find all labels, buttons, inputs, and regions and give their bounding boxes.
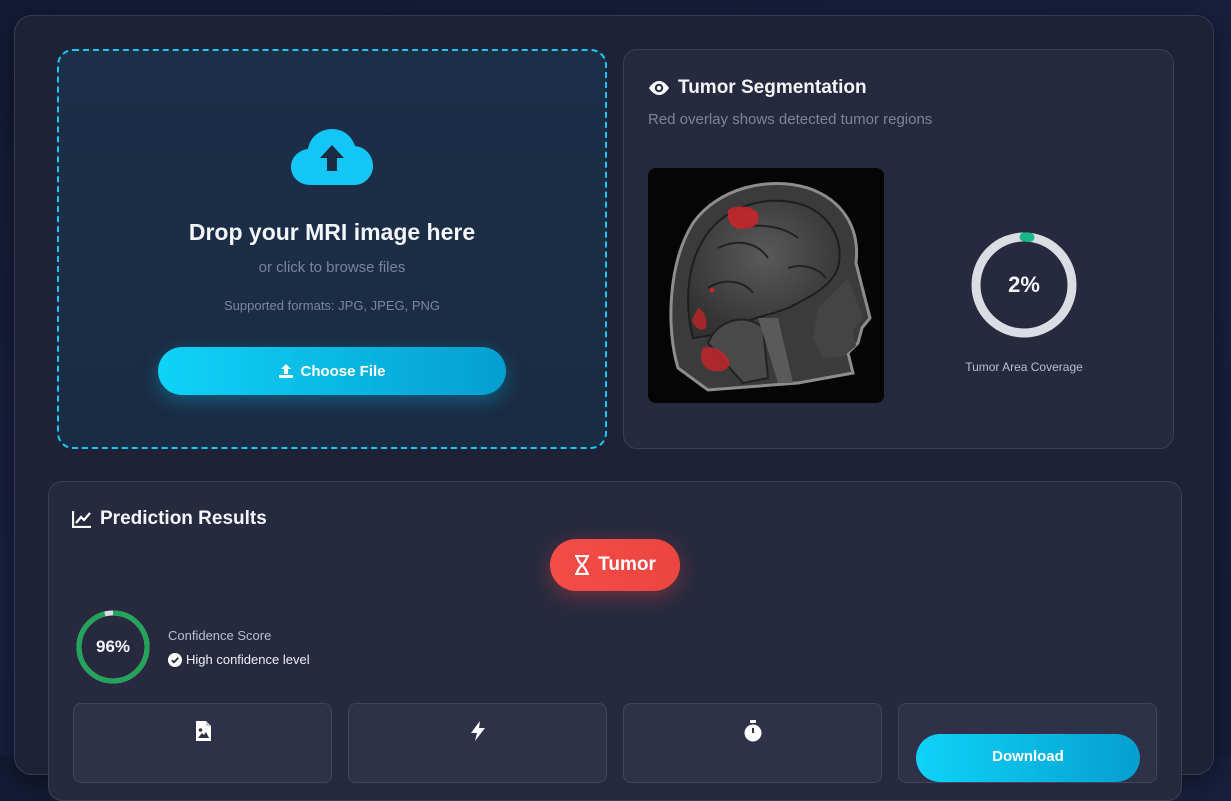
dna-icon bbox=[575, 555, 590, 575]
eye-icon bbox=[649, 81, 669, 95]
cloud-upload-icon bbox=[291, 129, 373, 185]
segmentation-subtitle: Red overlay shows detected tumor regions bbox=[648, 111, 933, 128]
upload-icon bbox=[279, 364, 294, 378]
tumor-coverage-ring: 2% bbox=[969, 230, 1079, 340]
download-label: Download bbox=[992, 748, 1064, 765]
prediction-result-label: Tumor bbox=[598, 554, 656, 575]
segmentation-card: Tumor Segmentation Red overlay shows det… bbox=[623, 49, 1174, 449]
check-circle-icon bbox=[168, 652, 182, 667]
upload-subtitle: or click to browse files bbox=[258, 259, 406, 276]
stat-card-image bbox=[73, 703, 332, 783]
segmentation-heading: Tumor Segmentation bbox=[648, 77, 867, 99]
confidence-value: 96% bbox=[95, 637, 131, 656]
prediction-result-badge: Tumor bbox=[550, 539, 680, 591]
segmentation-title: Tumor Segmentation bbox=[678, 77, 867, 98]
confidence-level: High confidence level bbox=[168, 652, 310, 667]
stat-card-speed bbox=[348, 703, 607, 783]
upload-title: Drop your MRI image here bbox=[188, 219, 476, 245]
confidence-label: Confidence Score bbox=[168, 628, 272, 643]
prediction-heading: Prediction Results bbox=[72, 508, 267, 530]
mri-segmentation-image bbox=[648, 168, 884, 403]
confidence-ring: 96% bbox=[74, 608, 152, 686]
choose-file-button[interactable]: Choose File bbox=[158, 347, 506, 395]
stat-card-time bbox=[623, 703, 882, 783]
tumor-coverage-value: 2% bbox=[1008, 272, 1040, 297]
chart-line-icon bbox=[72, 511, 91, 528]
stopwatch-icon bbox=[744, 720, 762, 742]
file-image-icon bbox=[196, 721, 211, 741]
download-button[interactable]: Download bbox=[916, 734, 1140, 782]
upload-dropzone[interactable]: Drop your MRI image here or click to bro… bbox=[57, 49, 607, 449]
bolt-icon bbox=[471, 721, 485, 741]
prediction-title: Prediction Results bbox=[100, 508, 267, 529]
prediction-card: Prediction Results Tumor 96% Confidence … bbox=[48, 481, 1182, 801]
confidence-level-text: High confidence level bbox=[186, 652, 310, 667]
tumor-coverage-label: Tumor Area Coverage bbox=[965, 360, 1083, 374]
stat-card-download: Download bbox=[898, 703, 1157, 783]
supported-formats: Supported formats: JPG, JPEG, PNG bbox=[223, 298, 441, 313]
choose-file-label: Choose File bbox=[300, 362, 386, 380]
main-panel: Drop your MRI image here or click to bro… bbox=[14, 15, 1214, 801]
